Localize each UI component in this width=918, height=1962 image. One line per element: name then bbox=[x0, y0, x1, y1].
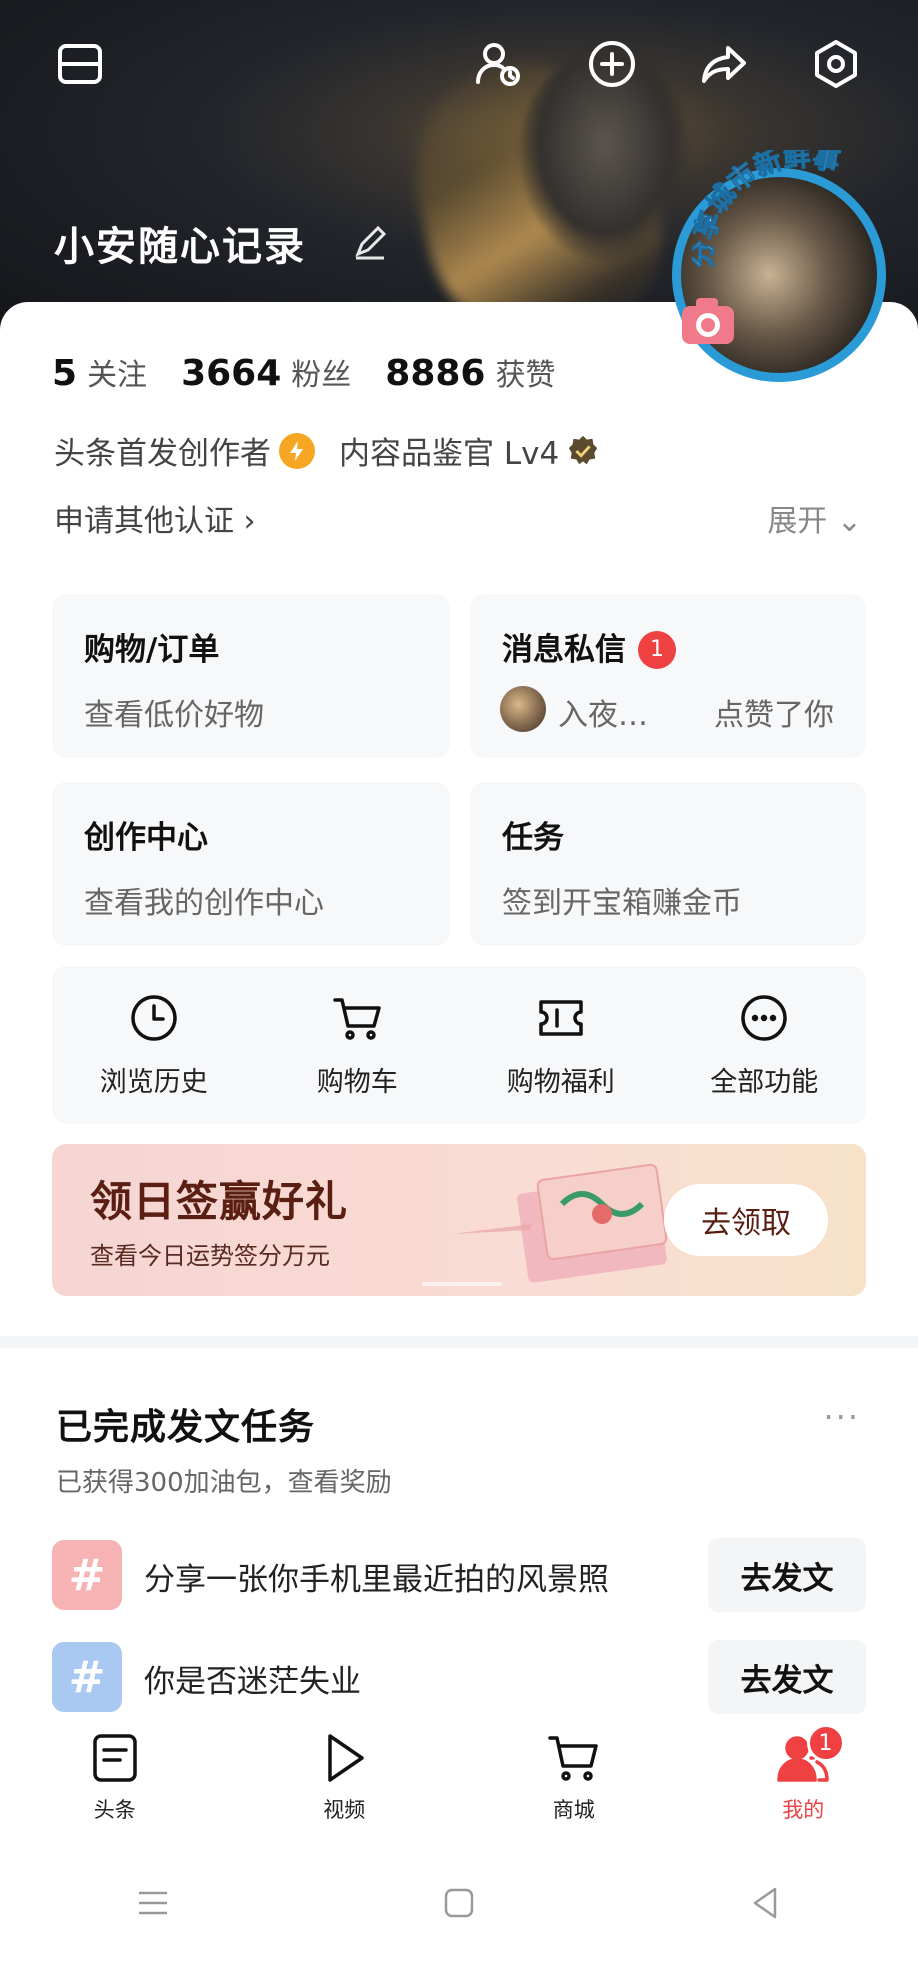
following-label[interactable]: 关注 bbox=[87, 350, 147, 394]
share-icon[interactable] bbox=[694, 34, 754, 94]
following-count[interactable]: 5 bbox=[52, 353, 77, 394]
task-section-subtitle[interactable]: 已获得300加油包，查看奖励 bbox=[56, 1462, 392, 1499]
quick-tools: 浏览历史 购物车 购物福利 全部功能 bbox=[52, 966, 866, 1124]
verified-icon bbox=[565, 433, 601, 469]
task-text: 分享一张你手机里最近拍的风景照 bbox=[144, 1562, 609, 1598]
nav-label: 我的 bbox=[782, 1798, 825, 1822]
bottom-navigation: 头条 视频 商城 1 我的 bbox=[0, 1724, 918, 1842]
carousel-indicator bbox=[422, 1282, 502, 1286]
apply-certification-link[interactable]: 申请其他认证 › bbox=[54, 496, 256, 540]
message-sender-avatar bbox=[500, 686, 546, 732]
nav-label: 商城 bbox=[552, 1798, 595, 1822]
banner-title: 领日签赢好礼 bbox=[90, 1177, 349, 1226]
username: 小安随心记录 bbox=[54, 224, 306, 270]
card-title: 购物/订单 bbox=[84, 632, 220, 668]
tool-label: 浏览历史 bbox=[99, 1067, 208, 1098]
tool-label: 全部功能 bbox=[710, 1067, 819, 1098]
tool-all-features[interactable]: 全部功能 bbox=[663, 966, 867, 1124]
hashtag-icon: # bbox=[52, 1642, 122, 1712]
certification-badges: 头条首发创作者 内容品鉴官 Lv4 bbox=[54, 428, 601, 473]
home-icon[interactable] bbox=[439, 1883, 479, 1923]
card-title: 任务 bbox=[502, 820, 564, 856]
tool-browse-history[interactable]: 浏览历史 bbox=[52, 966, 256, 1124]
likes-count[interactable]: 8886 bbox=[385, 353, 485, 394]
clock-icon bbox=[131, 995, 177, 1041]
card-title: 创作中心 bbox=[84, 820, 208, 856]
message-sender-name: 入夜… bbox=[558, 698, 648, 733]
post-button[interactable]: 去发文 bbox=[708, 1538, 866, 1612]
card-title: 消息私信 1 bbox=[502, 624, 676, 669]
card-subtitle: 签到开宝箱赚金币 bbox=[502, 886, 742, 921]
daily-sign-banner[interactable]: 领日签赢好礼 查看今日运势签分万元 去领取 bbox=[52, 1144, 866, 1296]
tool-label: 购物车 bbox=[316, 1067, 398, 1098]
card-subtitle: 查看我的创作中心 bbox=[84, 886, 324, 921]
play-icon bbox=[328, 1734, 364, 1782]
more-options-icon[interactable]: ··· bbox=[823, 1398, 860, 1436]
add-icon[interactable] bbox=[582, 34, 642, 94]
likes-label[interactable]: 获赞 bbox=[495, 350, 555, 394]
news-icon bbox=[93, 1734, 137, 1782]
profile-stats: 5 关注 3664 粉丝 8886 获赞 bbox=[52, 350, 589, 394]
settings-icon[interactable] bbox=[806, 34, 866, 94]
cart-icon bbox=[548, 1736, 598, 1781]
task-item: # 分享一张你手机里最近拍的风景照 去发文 bbox=[52, 1538, 866, 1612]
shopping-orders-card[interactable]: 购物/订单 查看低价好物 bbox=[52, 594, 450, 758]
menu-icon[interactable] bbox=[50, 34, 110, 94]
task-text: 你是否迷茫失业 bbox=[144, 1664, 361, 1700]
nav-mine[interactable]: 1 我的 bbox=[689, 1724, 918, 1842]
svg-text:分享城市新鲜事: 分享城市新鲜事 bbox=[692, 150, 843, 268]
notification-badge: 1 bbox=[806, 1724, 845, 1762]
edit-icon[interactable] bbox=[350, 222, 390, 262]
followers-label[interactable]: 粉丝 bbox=[291, 350, 351, 394]
creator-badge-label[interactable]: 头条首发创作者 bbox=[54, 428, 271, 473]
curator-badge-label[interactable]: 内容品鉴官 Lv4 bbox=[339, 428, 559, 473]
hashtag-icon: # bbox=[52, 1540, 122, 1610]
tasks-card[interactable]: 任务 签到开宝箱赚金币 bbox=[470, 782, 866, 946]
cart-icon bbox=[333, 998, 381, 1040]
recent-apps-icon[interactable] bbox=[133, 1883, 173, 1923]
tool-shopping-benefits[interactable]: 购物福利 bbox=[459, 966, 663, 1124]
unread-badge: 1 bbox=[638, 630, 676, 669]
nav-headlines[interactable]: 头条 bbox=[0, 1730, 230, 1842]
card-subtitle: 查看低价好物 bbox=[84, 698, 264, 733]
nav-label: 头条 bbox=[93, 1798, 136, 1822]
camera-icon bbox=[678, 292, 738, 350]
claim-button[interactable]: 去领取 bbox=[664, 1184, 828, 1256]
followers-count[interactable]: 3664 bbox=[181, 353, 281, 394]
expand-link[interactable]: 展开 ⌄ bbox=[767, 496, 862, 540]
nav-label: 视频 bbox=[323, 1798, 366, 1822]
coupon-icon bbox=[539, 1000, 583, 1036]
banner-subtitle: 查看今日运势签分万元 bbox=[90, 1242, 330, 1270]
tool-shopping-cart[interactable]: 购物车 bbox=[256, 966, 460, 1124]
tool-label: 购物福利 bbox=[506, 1067, 615, 1098]
message-action: 点赞了你 bbox=[714, 698, 834, 733]
avatar-frame-label: 分享城市新鲜事 bbox=[687, 141, 892, 300]
back-icon[interactable] bbox=[745, 1883, 785, 1923]
nav-video[interactable]: 视频 bbox=[230, 1730, 460, 1842]
post-button[interactable]: 去发文 bbox=[708, 1640, 866, 1714]
system-navigation-bar bbox=[0, 1858, 918, 1948]
more-icon bbox=[741, 995, 787, 1041]
messages-card[interactable]: 消息私信 1 入夜… 点赞了你 bbox=[470, 594, 866, 758]
task-section-title: 已完成发文任务 bbox=[56, 1407, 316, 1448]
section-divider bbox=[0, 1336, 918, 1348]
creation-center-card[interactable]: 创作中心 查看我的创作中心 bbox=[52, 782, 450, 946]
profile-visitors-icon[interactable] bbox=[468, 34, 528, 94]
nav-mall[interactable]: 商城 bbox=[459, 1730, 689, 1842]
task-item: # 你是否迷茫失业 去发文 bbox=[52, 1640, 866, 1714]
bolt-icon bbox=[279, 432, 315, 469]
